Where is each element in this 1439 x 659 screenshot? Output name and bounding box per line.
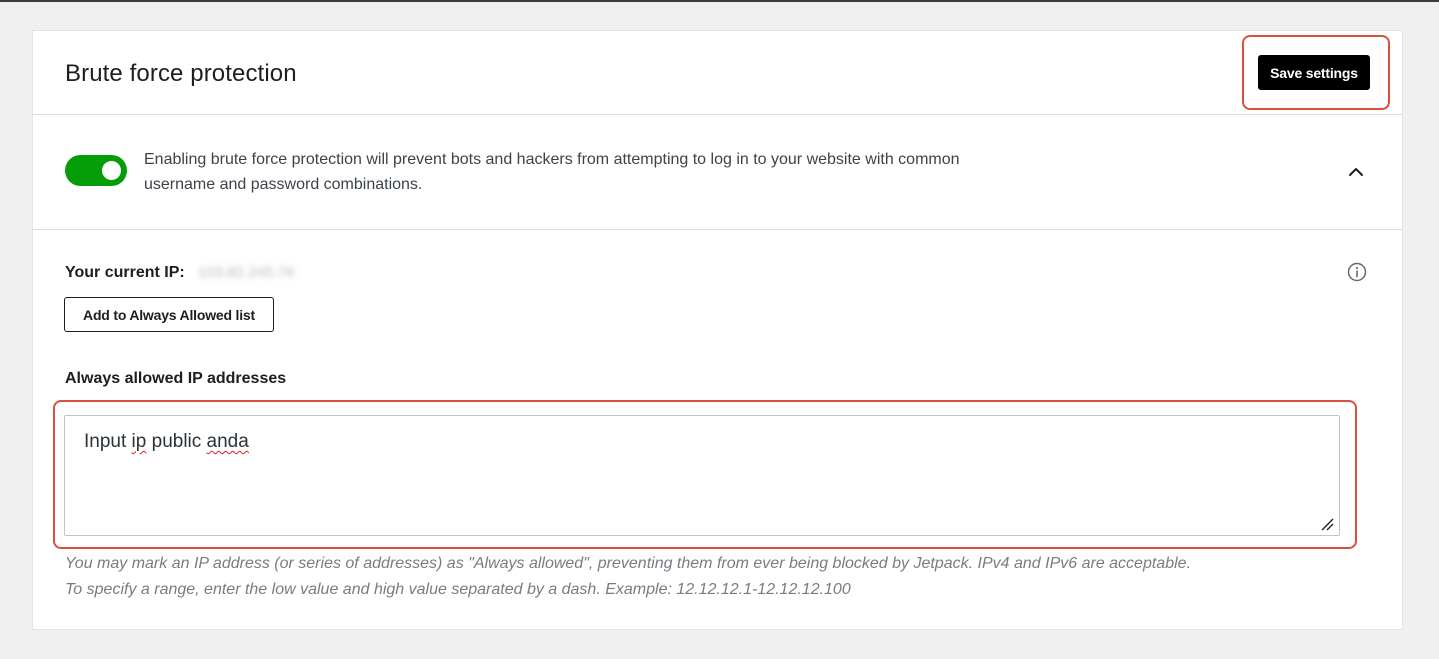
resize-handle-icon[interactable]	[1320, 517, 1334, 531]
always-allowed-label: Always allowed IP addresses	[65, 370, 287, 387]
toggle-section: Enabling brute force protection will pre…	[33, 115, 1402, 230]
current-ip-label: Your current IP:	[65, 264, 185, 281]
toggle-knob	[102, 161, 121, 180]
toggle-description-line1: Enabling brute force protection will pre…	[144, 151, 960, 168]
always-allowed-ip-textarea[interactable]	[64, 415, 1340, 536]
add-to-always-allowed-button[interactable]: Add to Always Allowed list	[64, 297, 274, 332]
chevron-up-icon[interactable]	[1341, 160, 1371, 184]
brute-force-card: Brute force protection Save settings Ena…	[33, 31, 1402, 629]
page-title: Brute force protection	[65, 60, 297, 87]
card-header: Brute force protection Save settings	[33, 31, 1402, 115]
current-ip-value: 103.82.245.79	[198, 264, 294, 281]
toggle-description: Enabling brute force protection will pre…	[144, 147, 1144, 197]
brute-force-toggle[interactable]	[65, 155, 127, 186]
save-settings-button[interactable]: Save settings	[1258, 55, 1370, 90]
toggle-description-line2: username and password combinations.	[144, 176, 423, 193]
allowed-ip-help-text: You may mark an IP address (or series of…	[65, 551, 1355, 603]
window-top-border	[0, 0, 1439, 2]
help-text-line1: You may mark an IP address (or series of…	[65, 555, 1191, 572]
help-text-line2: To specify a range, enter the low value …	[65, 581, 851, 598]
info-icon[interactable]	[1346, 261, 1368, 283]
